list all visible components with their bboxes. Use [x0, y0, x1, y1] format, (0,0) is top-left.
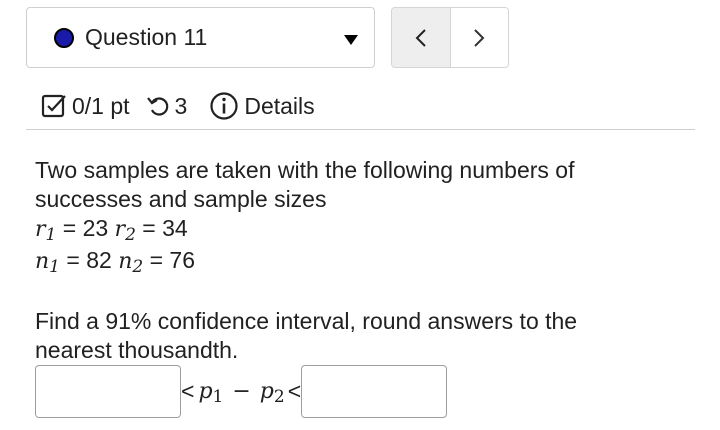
r1-value: = 23 [62, 215, 109, 241]
score-text: 0/1 pt [72, 92, 130, 119]
n1-value: = 82 [66, 247, 112, 273]
n2-symbol: n2 [118, 249, 144, 277]
chevron-left-icon [415, 28, 426, 47]
retry-icon[interactable] [146, 94, 170, 118]
r-values-line: r1 = 23 r2 = 34 [35, 214, 675, 246]
less-than-symbol-2: < [287, 378, 302, 404]
question-navigation [391, 7, 509, 68]
lower-bound-input[interactable] [35, 365, 181, 418]
checkbox-score-icon [41, 94, 66, 118]
divider [26, 129, 695, 130]
intro-line-1: Two samples are taken with the following… [35, 157, 575, 183]
question-status-dot [54, 27, 74, 48]
r2-value: = 34 [142, 215, 188, 241]
question-selector[interactable]: Question 11 [26, 7, 375, 68]
attempts-count: 3 [174, 92, 188, 119]
intro-line-2: successes and sample sizes [35, 186, 327, 212]
upper-bound-input[interactable] [301, 365, 448, 418]
less-than-symbol: < [181, 378, 195, 404]
chevron-right-icon [474, 28, 485, 47]
difference-expression: p1− p2 [198, 379, 285, 407]
n1-symbol: n1 [35, 249, 60, 277]
info-icon[interactable] [209, 91, 239, 121]
question-label: Question 11 [85, 24, 208, 50]
question-body: Two samples are taken with the following… [35, 156, 675, 365]
n-values-line: n1 = 82 n2 = 76 [35, 246, 675, 278]
n2-value: = 76 [149, 247, 195, 273]
question-meta: 0/1 pt 3 Details [41, 88, 315, 124]
details-link[interactable]: Details [244, 93, 314, 120]
dropdown-caret-icon [344, 35, 358, 45]
prompt-line-2: nearest thousandth. [35, 337, 239, 363]
answer-row: < p1− p2 < [35, 365, 448, 418]
r2-symbol: r2 [114, 217, 136, 245]
r1-symbol: r1 [35, 217, 57, 245]
previous-question-button[interactable] [392, 8, 451, 67]
next-question-button[interactable] [450, 8, 508, 67]
prompt-line-1: Find a 91% confidence interval, round an… [35, 308, 578, 334]
